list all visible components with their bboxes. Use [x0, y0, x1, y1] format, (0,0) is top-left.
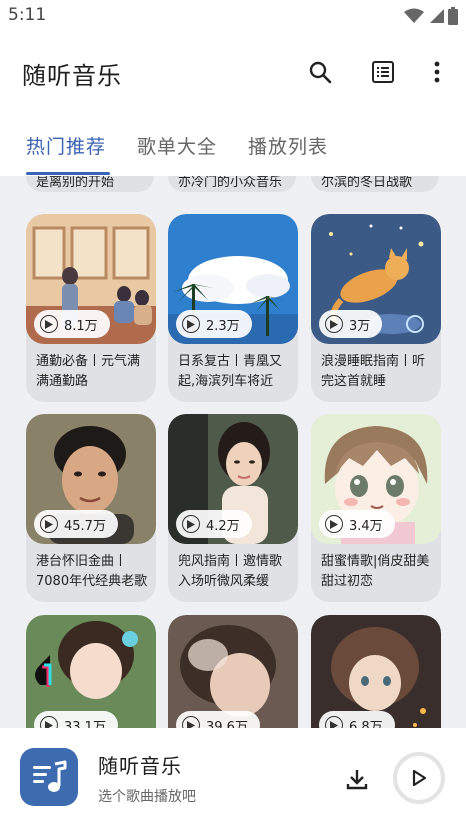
list-button[interactable]	[365, 54, 401, 90]
play-circle-icon	[40, 315, 58, 333]
play-circle-icon	[182, 515, 200, 533]
play-count: 3.4万	[349, 518, 383, 534]
play-count-badge: 3万	[319, 310, 383, 338]
play-count: 33.1万	[64, 719, 106, 729]
tab-playlists[interactable]: 歌单大全	[137, 132, 217, 159]
playlist-card[interactable]: 3万 浪漫睡眠指南丨听完这首就睡	[311, 214, 441, 402]
download-button[interactable]	[340, 762, 374, 796]
play-circle-icon	[182, 315, 200, 333]
playlist-card[interactable]: 39.6万	[168, 615, 298, 728]
tab-indicator	[26, 172, 110, 175]
play-icon	[412, 770, 426, 786]
top-app-bar: 随听音乐	[0, 40, 466, 106]
play-count: 6.8万	[349, 719, 383, 729]
player-subtitle: 选个歌曲播放吧	[98, 789, 196, 805]
playlist-name: 日系复古丨青凰又起,海滨列车将近	[178, 354, 283, 389]
status-bar: 5:11	[0, 0, 466, 34]
play-circle-icon	[325, 515, 343, 533]
play-count: 8.1万	[64, 318, 98, 334]
play-count-badge: 3.4万	[319, 510, 395, 538]
play-count-badge: 39.6万	[176, 711, 260, 728]
playlist-name: 兜风指南丨邀情歌入场听微风柔缓	[178, 554, 283, 589]
app-screen: 5:11 随听音乐 热门推荐 歌单大全 播放列表 是离别的开始 亦冷门的小众音乐…	[0, 0, 466, 830]
play-count-badge: 6.8万	[319, 711, 395, 728]
tab-play-queue[interactable]: 播放列表	[248, 132, 328, 159]
play-count-badge: 45.7万	[34, 510, 118, 538]
play-count-badge: 33.1万	[34, 711, 118, 728]
music-note-icon	[33, 760, 67, 792]
play-count-badge: 4.2万	[176, 510, 252, 538]
app-logo	[20, 748, 78, 806]
signal-icon	[430, 9, 444, 23]
app-title: 随听音乐	[22, 62, 122, 90]
play-count: 45.7万	[64, 518, 106, 534]
playlist-card[interactable]: 6.8万	[311, 615, 441, 728]
play-circle-icon	[40, 515, 58, 533]
play-circle-icon	[40, 716, 58, 728]
playlist-card[interactable]: 45.7万 港台怀旧金曲丨7080年代经典老歌	[26, 414, 156, 602]
status-icons	[404, 7, 458, 25]
play-circle-icon	[325, 315, 343, 333]
play-count: 39.6万	[206, 719, 248, 729]
play-circle-icon	[325, 716, 343, 728]
tab-bar: 热门推荐 歌单大全 播放列表	[0, 124, 466, 176]
playlist-grid[interactable]: 是离别的开始 亦冷门的小众音乐 尔滨的冬日战歌 8.1万 通勤必备丨元气满满通勤…	[0, 176, 466, 728]
status-time: 5:11	[8, 5, 47, 25]
playlist-card[interactable]: 3.4万 甜蜜情歌|俏皮甜美甜过初恋	[311, 414, 441, 602]
tab-hot[interactable]: 热门推荐	[26, 132, 106, 159]
playlist-name: 通勤必备丨元气满满通勤路	[36, 354, 141, 389]
playlist-card-partial[interactable]: 是离别的开始	[26, 176, 154, 192]
playlist-name: 浪漫睡眠指南丨听完这首就睡	[321, 354, 426, 389]
playlist-name: 甜蜜情歌|俏皮甜美甜过初恋	[321, 554, 430, 589]
more-vert-icon	[434, 61, 440, 83]
search-button[interactable]	[302, 54, 338, 90]
playlist-card[interactable]: 2.3万 日系复古丨青凰又起,海滨列车将近	[168, 214, 298, 402]
play-count-badge: 2.3万	[176, 310, 252, 338]
partial-row: 是离别的开始 亦冷门的小众音乐 尔滨的冬日战歌	[0, 176, 466, 196]
playlist-name: 尔滨的冬日战歌	[321, 176, 413, 190]
playlist-name: 是离别的开始	[36, 176, 115, 190]
playlist-name: 亦冷门的小众音乐	[178, 176, 283, 190]
more-options-button[interactable]	[419, 54, 455, 90]
playlist-name: 港台怀旧金曲丨7080年代经典老歌	[36, 554, 148, 589]
player-title: 随听音乐	[98, 754, 182, 778]
play-count: 2.3万	[206, 318, 240, 334]
battery-icon	[448, 7, 458, 25]
playlist-card[interactable]: 8.1万 通勤必备丨元气满满通勤路	[26, 214, 156, 402]
playlist-card[interactable]: 33.1万	[26, 615, 156, 728]
play-button[interactable]	[393, 752, 445, 804]
list-icon	[372, 61, 394, 83]
playlist-card-partial[interactable]: 尔滨的冬日战歌	[311, 176, 439, 192]
playlist-card[interactable]: 4.2万 兜风指南丨邀情歌入场听微风柔缓	[168, 414, 298, 602]
mini-player[interactable]: 随听音乐 选个歌曲播放吧	[0, 728, 466, 830]
download-icon	[346, 770, 368, 790]
play-count: 4.2万	[206, 518, 240, 534]
wifi-icon	[404, 8, 424, 23]
play-circle-icon	[182, 716, 200, 728]
play-count: 3万	[349, 318, 371, 334]
play-count-badge: 8.1万	[34, 310, 110, 338]
playlist-card-partial[interactable]: 亦冷门的小众音乐	[168, 176, 296, 192]
search-icon	[309, 61, 332, 84]
